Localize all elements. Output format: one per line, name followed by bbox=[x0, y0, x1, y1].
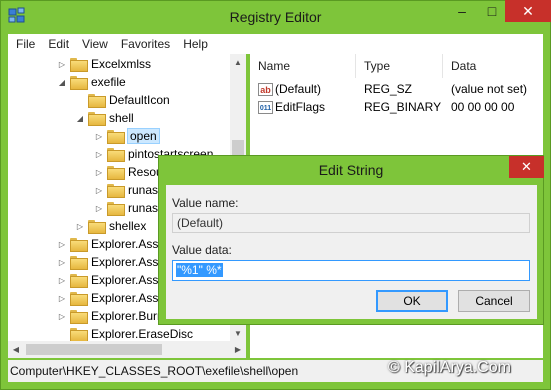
scroll-thumb[interactable] bbox=[26, 344, 162, 355]
tree-horizontal-scrollbar[interactable]: ◀ ▶ bbox=[8, 341, 246, 358]
menu-bar: File Edit View Favorites Help bbox=[8, 34, 543, 54]
tree-item-label: Explorer.Burn bbox=[91, 309, 164, 323]
folder-icon bbox=[70, 58, 88, 72]
expand-arrow-icon[interactable]: ▷ bbox=[93, 204, 105, 213]
value-data-selected-text: "%1" %* bbox=[176, 263, 223, 277]
dialog-title: Edit String bbox=[318, 162, 384, 178]
tree-item-label: Explorer.Asso bbox=[91, 273, 166, 287]
tree-item-label: exefile bbox=[91, 75, 126, 89]
collapse-arrow-icon[interactable]: ◢ bbox=[56, 78, 68, 87]
column-header-type[interactable]: Type bbox=[356, 54, 443, 78]
tree-item[interactable]: ◢ exefile bbox=[56, 73, 126, 91]
tree-item[interactable]: Explorer.EraseDisc bbox=[56, 325, 193, 341]
tree-item[interactable]: ◢ shell bbox=[74, 109, 134, 127]
scroll-left-arrow-icon[interactable]: ◀ bbox=[8, 341, 24, 358]
expand-arrow-icon[interactable]: ▷ bbox=[56, 276, 68, 285]
tree-item[interactable]: ▷ Excelxmlss bbox=[56, 55, 151, 73]
scroll-right-arrow-icon[interactable]: ▶ bbox=[230, 341, 246, 358]
folder-icon bbox=[107, 148, 125, 162]
tree-item[interactable]: DefaultIcon bbox=[74, 91, 170, 109]
folder-icon bbox=[88, 94, 106, 108]
tree-item-label: shell bbox=[109, 111, 134, 125]
value-data: 00 00 00 00 bbox=[451, 100, 515, 114]
folder-open-icon bbox=[88, 112, 106, 126]
maximize-button[interactable]: □ bbox=[477, 0, 507, 22]
title-bar[interactable]: Registry Editor – □ ✕ bbox=[0, 0, 551, 34]
value-data: (value not set) bbox=[451, 82, 528, 96]
folder-icon bbox=[70, 274, 88, 288]
column-header-name[interactable]: Name bbox=[250, 54, 356, 78]
folder-icon bbox=[107, 130, 125, 144]
tree-item-label: Explorer.Asso bbox=[91, 237, 166, 251]
string-value-icon: ab bbox=[258, 82, 273, 96]
folder-open-icon bbox=[70, 76, 88, 90]
tree-item-label: Excelxmlss bbox=[91, 57, 152, 71]
tree-item[interactable]: ▷ Explorer.Asso bbox=[56, 235, 165, 253]
expand-arrow-icon[interactable]: ▷ bbox=[56, 312, 68, 321]
value-data-input[interactable]: "%1" %* bbox=[172, 260, 530, 281]
expand-arrow-icon[interactable]: ▷ bbox=[93, 186, 105, 195]
scroll-up-arrow-icon[interactable]: ▲ bbox=[230, 54, 246, 70]
folder-icon bbox=[70, 238, 88, 252]
tree-item-label: open bbox=[127, 128, 160, 144]
value-type: REG_SZ bbox=[364, 82, 413, 96]
tree-item[interactable]: ▷ Explorer.Asso bbox=[56, 253, 165, 271]
close-button[interactable]: ✕ bbox=[505, 0, 551, 22]
value-name-label: Value name: bbox=[172, 196, 239, 210]
scroll-down-arrow-icon[interactable]: ▼ bbox=[230, 325, 246, 341]
folder-icon bbox=[107, 202, 125, 216]
tree-item-label: shellex bbox=[109, 219, 147, 233]
cancel-button[interactable]: Cancel bbox=[458, 290, 530, 312]
dialog-close-button[interactable]: ✕ bbox=[509, 156, 544, 178]
tree-item[interactable]: ▷ runas bbox=[93, 181, 158, 199]
tree-item[interactable]: ▷ shellex bbox=[74, 217, 146, 235]
expand-arrow-icon[interactable]: ▷ bbox=[93, 168, 105, 177]
folder-icon bbox=[70, 292, 88, 306]
menu-help[interactable]: Help bbox=[183, 37, 208, 51]
collapse-arrow-icon[interactable]: ◢ bbox=[74, 114, 86, 123]
menu-file[interactable]: File bbox=[16, 37, 35, 51]
tree-item[interactable]: ▷ Explorer.Asso bbox=[56, 271, 165, 289]
folder-icon bbox=[107, 184, 125, 198]
value-name: (Default) bbox=[275, 82, 322, 96]
column-header-data[interactable]: Data bbox=[443, 54, 543, 78]
value-name: EditFlags bbox=[275, 100, 326, 114]
menu-favorites[interactable]: Favorites bbox=[121, 37, 170, 51]
expand-arrow-icon[interactable]: ▷ bbox=[56, 240, 68, 249]
menu-view[interactable]: View bbox=[82, 37, 108, 51]
value-data-label: Value data: bbox=[172, 243, 232, 257]
dialog-body: Value name: (Default) Value data: "%1" %… bbox=[166, 185, 537, 319]
folder-icon bbox=[70, 328, 88, 341]
minimize-button[interactable]: – bbox=[447, 0, 477, 22]
edit-string-dialog: Edit String ✕ Value name: (Default) Valu… bbox=[158, 155, 544, 325]
watermark: © KapilArya.Com bbox=[388, 359, 511, 376]
tree-item-label: Explorer.Asso bbox=[91, 291, 166, 305]
folder-icon bbox=[70, 310, 88, 324]
list-item[interactable]: 011 EditFlags REG_BINARY 00 00 00 00 bbox=[250, 98, 543, 116]
expand-arrow-icon[interactable]: ▷ bbox=[56, 60, 68, 69]
binary-value-icon: 011 bbox=[258, 100, 273, 114]
value-name-field: (Default) bbox=[172, 213, 530, 233]
tree-item-selected[interactable]: ▷ open bbox=[93, 127, 160, 145]
tree-item-label: runas bbox=[128, 183, 159, 197]
tree-item[interactable]: ▷ runasu bbox=[93, 199, 165, 217]
tree-item-label: Explorer.Asso bbox=[91, 255, 166, 269]
value-type: REG_BINARY bbox=[364, 100, 442, 114]
list-item[interactable]: ab (Default) REG_SZ (value not set) bbox=[250, 80, 543, 98]
expand-arrow-icon[interactable]: ▷ bbox=[56, 258, 68, 267]
tree-item-label: Explorer.EraseDisc bbox=[91, 327, 194, 341]
expand-arrow-icon[interactable]: ▷ bbox=[93, 150, 105, 159]
tree-item[interactable]: ▷ Explorer.Asso bbox=[56, 289, 165, 307]
menu-edit[interactable]: Edit bbox=[48, 37, 69, 51]
folder-icon bbox=[88, 220, 106, 234]
expand-arrow-icon[interactable]: ▷ bbox=[74, 222, 86, 231]
tree-item[interactable]: ▷ Explorer.Burn bbox=[56, 307, 164, 325]
expand-arrow-icon[interactable]: ▷ bbox=[56, 294, 68, 303]
expand-arrow-icon[interactable]: ▷ bbox=[93, 132, 105, 141]
tree-item-label: DefaultIcon bbox=[109, 93, 170, 107]
folder-icon bbox=[107, 166, 125, 180]
ok-button[interactable]: OK bbox=[376, 290, 448, 312]
folder-icon bbox=[70, 256, 88, 270]
